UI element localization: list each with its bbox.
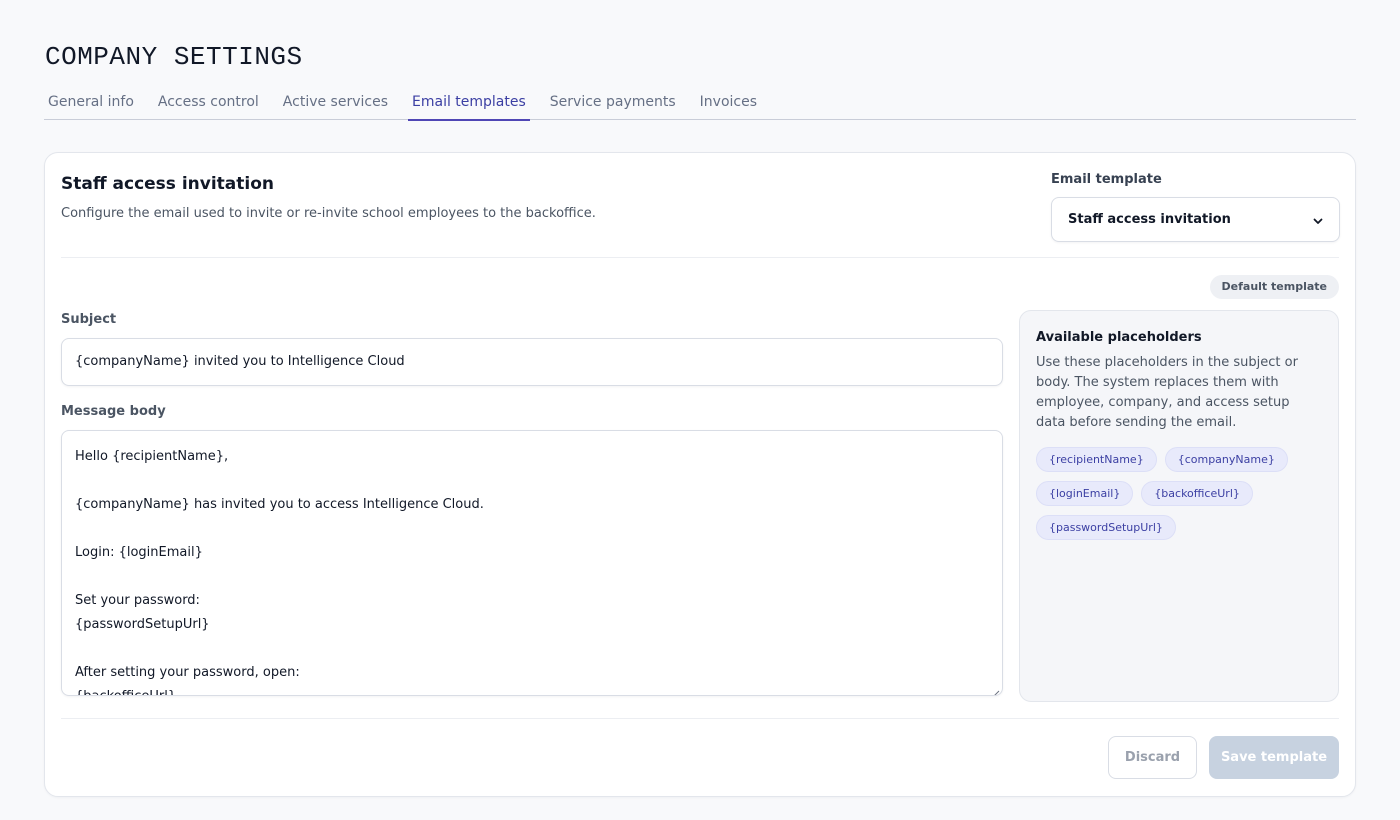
divider [61, 257, 1339, 258]
email-template-label: Email template [1051, 172, 1162, 187]
body-line: {passwordSetupUrl} [75, 617, 210, 632]
settings-tabs: General info Access control Active servi… [44, 86, 1356, 121]
save-template-button[interactable]: Save template [1209, 736, 1339, 779]
body-line [75, 637, 989, 661]
template-description: Configure the email used to invite or re… [61, 206, 596, 221]
placeholder-chip[interactable]: {passwordSetupUrl} [1036, 515, 1176, 540]
placeholders-description: Use these placeholders in the subject or… [1036, 355, 1298, 430]
body-line [75, 517, 989, 541]
chevron-down-icon [1313, 215, 1323, 225]
page-title: COMPANY SETTINGS [45, 42, 303, 72]
body-line: {companyName} has invited you to access … [75, 497, 484, 512]
placeholders-panel: Available placeholders Use these placeho… [1019, 310, 1339, 702]
template-title: Staff access invitation [61, 174, 275, 194]
default-template-badge: Default template [1209, 275, 1339, 299]
body-line: Set your password: [75, 593, 200, 608]
tab-access-control[interactable]: Access control [154, 86, 263, 120]
tab-active-services[interactable]: Active services [279, 86, 392, 120]
body-line: Login: {loginEmail} [75, 545, 203, 560]
body-line [75, 565, 989, 589]
divider [61, 718, 1339, 719]
placeholder-chip[interactable]: {backofficeUrl} [1141, 481, 1253, 506]
body-line [75, 469, 989, 493]
tab-email-templates[interactable]: Email templates [408, 86, 530, 121]
placeholders-title: Available placeholders [1036, 330, 1202, 345]
body-line: {backofficeUrl} [75, 685, 989, 695]
resize-handle-icon[interactable] [991, 684, 1000, 695]
email-template-select[interactable]: Staff access invitation [1051, 197, 1340, 242]
message-body-label: Message body [61, 404, 166, 419]
tab-service-payments[interactable]: Service payments [546, 86, 680, 120]
placeholder-chip[interactable]: {recipientName} [1036, 447, 1157, 472]
tab-invoices[interactable]: Invoices [696, 86, 761, 120]
subject-label: Subject [61, 312, 117, 327]
subject-input[interactable]: {companyName} invited you to Intelligenc… [61, 338, 1003, 386]
discard-button[interactable]: Discard [1108, 736, 1197, 779]
body-line: After setting your password, open: [75, 665, 300, 680]
placeholder-chip[interactable]: {companyName} [1164, 447, 1288, 472]
email-template-select-value: Staff access invitation [1068, 212, 1231, 227]
body-line: Hello {recipientName}, [75, 449, 229, 464]
email-template-card: Staff access invitation Configure the em… [44, 152, 1356, 797]
tab-general-info[interactable]: General info [44, 86, 138, 120]
message-body-textarea[interactable]: Hello {recipientName}, {companyName} has… [61, 430, 1003, 696]
placeholder-chips: {recipientName} {companyName} {loginEmai… [1036, 447, 1326, 540]
placeholder-chip[interactable]: {loginEmail} [1036, 481, 1134, 506]
